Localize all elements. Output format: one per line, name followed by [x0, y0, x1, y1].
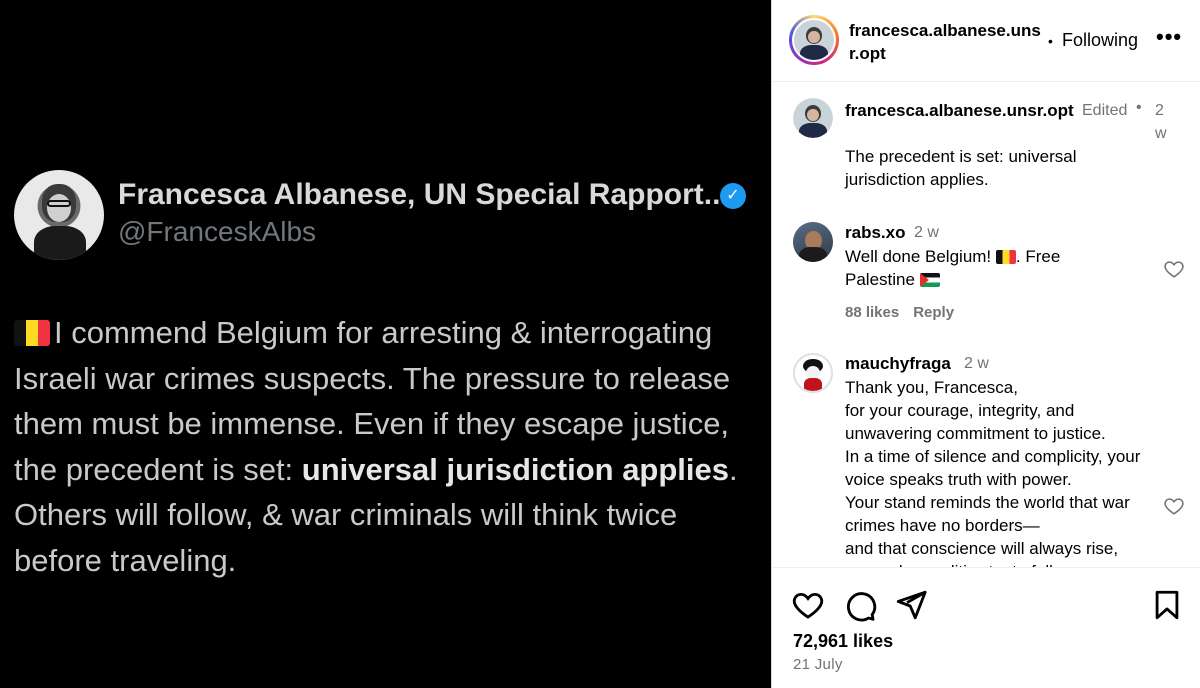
share-send-icon[interactable] — [894, 588, 928, 622]
comment-time: 2 w — [914, 224, 939, 241]
comment-likes-count[interactable]: 88 likes — [845, 304, 899, 321]
more-options-icon[interactable]: ••• — [1156, 24, 1182, 50]
verified-badge-icon: ✓ — [720, 183, 746, 209]
post-media[interactable]: Francesca Albanese, UN Special Rapport..… — [0, 0, 771, 688]
tweet-author-avatar — [14, 170, 104, 260]
palestine-flag-icon — [919, 273, 940, 287]
like-heart-icon[interactable] — [791, 588, 825, 622]
comment-username-rabs[interactable]: rabs.xo — [845, 223, 905, 243]
comments-list[interactable]: francesca.albanese.unsr.opt Edited • 2w … — [772, 83, 1200, 567]
tweet-text: I commend Belgium for arresting & interr… — [14, 310, 764, 583]
caption-edited-label: Edited — [1082, 102, 1128, 119]
caption-username-link[interactable]: francesca.albanese.unsr.opt — [845, 99, 1077, 122]
following-button[interactable]: Following — [1062, 30, 1138, 51]
comment-time: 2 w — [964, 355, 989, 372]
tweet-author-name: Francesca Albanese, UN Special Rapport..… — [118, 178, 729, 211]
author-username-link[interactable]: francesca.albanese.unsr.opt — [849, 19, 1041, 65]
reply-button[interactable]: Reply — [913, 304, 954, 321]
comment-text-a: Well done Belgium! — [845, 247, 996, 266]
belgium-flag-icon — [14, 320, 50, 346]
post-date[interactable]: 21 July — [793, 656, 843, 673]
tweet-author-handle: @FranceskAlbs — [118, 216, 317, 247]
caption-time: 2w — [1155, 102, 1167, 142]
header-separator: • — [1048, 33, 1053, 49]
likes-count[interactable]: 72,961 likes — [793, 631, 893, 652]
comment-username-mauchyfraga[interactable]: mauchyfraga — [845, 354, 951, 374]
like-comment-heart-icon[interactable] — [1163, 495, 1185, 517]
comment-bubble-icon[interactable] — [843, 588, 877, 622]
post-side-panel: francesca.albanese.unsr.opt • Following … — [771, 0, 1200, 688]
comment-avatar-mauchyfraga[interactable] — [793, 353, 833, 393]
comment-avatar-rabs[interactable] — [793, 222, 833, 262]
comment-text: Well done Belgium! . Free Palestine — [845, 245, 1115, 291]
author-avatar[interactable] — [789, 15, 839, 65]
caption-separator: • — [1136, 99, 1142, 116]
tweet-text-bold: universal jurisdiction applies — [301, 451, 730, 487]
comment-meta: 88 likes Reply — [845, 304, 968, 321]
like-comment-heart-icon[interactable] — [1163, 258, 1185, 280]
post-header: francesca.albanese.unsr.opt • Following … — [772, 0, 1200, 82]
caption-text: The precedent is set: universal jurisdic… — [845, 147, 1077, 189]
belgium-flag-icon — [995, 250, 1016, 264]
save-bookmark-icon[interactable] — [1150, 588, 1184, 622]
comment-text: Thank you, Francesca, for your courage, … — [845, 378, 1141, 567]
caption-author-avatar[interactable] — [793, 98, 833, 138]
